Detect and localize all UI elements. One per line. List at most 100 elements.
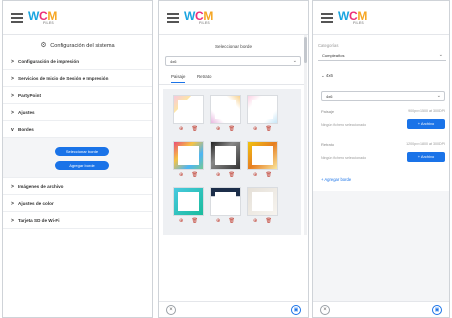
thumbnail-actions: ⊕ 🗑 [247, 126, 278, 134]
border-thumbnail[interactable] [210, 95, 241, 124]
app-header: WCM FILES [3, 1, 152, 35]
menu-item-login-services[interactable]: > Servicios de Inicio de Sesión e Impresi… [3, 70, 152, 87]
menu-item-print-config[interactable]: > Configuración de impresión [3, 53, 152, 70]
zoom-icon[interactable]: ⊕ [216, 126, 220, 132]
tab-landscape[interactable]: Paisaje [171, 74, 186, 83]
page-title: Seleccionar borde [214, 44, 253, 49]
thumbnail-actions: ⊕ 🗑 [247, 172, 278, 180]
empty-area [313, 191, 449, 303]
size-select[interactable]: 4x6 ⌄ [165, 56, 301, 66]
menu-item-stock-images[interactable]: > Imágenes de archivo [3, 178, 152, 195]
app-header: WCM FILES [313, 1, 449, 35]
thumbnail-actions: ⊕ 🗑 [210, 218, 241, 226]
border-thumbnail[interactable] [247, 95, 278, 124]
trash-icon[interactable]: 🗑 [266, 172, 272, 178]
orientation-tabs: Paisaje Retrato [159, 71, 306, 85]
add-border-link[interactable]: + Agregar borde [321, 177, 351, 182]
zoom-icon[interactable]: ⊕ [253, 172, 257, 178]
size-select[interactable]: 4x6 ⌄ [321, 91, 445, 101]
borders-panel: Seleccionar borde Agregar borde [3, 138, 152, 178]
app-logo: WCM FILES [338, 9, 368, 25]
menu-item-borders[interactable]: v Bordes [3, 121, 152, 138]
thumbnail-actions: ⊕ 🗑 [173, 218, 204, 226]
landscape-file-button[interactable]: + Archivo [407, 119, 445, 129]
landscape-label: Paisaje [321, 109, 335, 114]
zoom-icon[interactable]: ⊕ [179, 126, 183, 132]
add-border-button[interactable]: Agregar borde [55, 161, 109, 170]
trash-icon[interactable]: 🗑 [266, 218, 272, 224]
footer-bar: × ▣ [159, 301, 308, 317]
portrait-file-button[interactable]: + Archivo [407, 152, 445, 162]
chevron-right-icon: > [11, 76, 14, 82]
zoom-icon[interactable]: ⊕ [253, 218, 257, 224]
chevron-right-icon: > [11, 184, 14, 190]
trash-icon[interactable]: 🗑 [229, 126, 235, 132]
thumbnail-actions: ⊕ 🗑 [210, 172, 241, 180]
menu-icon[interactable] [321, 13, 333, 23]
chevron-right-icon: > [11, 93, 14, 99]
close-icon[interactable]: × [320, 305, 330, 315]
border-thumbnail[interactable] [210, 141, 241, 170]
chevron-down-icon: ⌄ [438, 52, 443, 58]
landscape-spec: 900px×1500 at 300DPI [408, 109, 445, 113]
add-border-screen: WCM FILES Categorías Cumpleaños ⌄ ⌄ 4x6 4… [312, 0, 450, 318]
chevron-right-icon: > [11, 110, 14, 116]
category-select[interactable]: Cumpleaños ⌄ [318, 51, 446, 61]
select-border-button[interactable]: Seleccionar borde [55, 147, 109, 156]
zoom-icon[interactable]: ⊕ [253, 126, 257, 132]
menu-item-settings[interactable]: > Ajustes [3, 104, 152, 121]
app-logo: WCM FILES [28, 9, 58, 25]
close-icon[interactable]: × [166, 305, 176, 315]
border-thumbnail[interactable] [173, 95, 204, 124]
trash-icon[interactable]: 🗑 [229, 218, 235, 224]
chevron-down-icon: ⌄ [292, 58, 297, 64]
footer-bar: × ▣ [313, 301, 449, 317]
menu-icon[interactable] [167, 13, 179, 23]
border-thumbnail[interactable] [210, 187, 241, 216]
section-title: ⌄ 4x6 [321, 73, 333, 78]
menu-item-wifi-sd[interactable]: > Tarjeta SD de Wi-Fi [3, 212, 152, 229]
trash-icon[interactable]: 🗑 [229, 172, 235, 178]
landscape-file-status: Ningún fichero seleccionado [321, 123, 367, 127]
border-thumbnail[interactable] [173, 141, 204, 170]
trash-icon[interactable]: 🗑 [266, 126, 272, 132]
category-label: Categorías [318, 43, 339, 48]
scrollbar-track[interactable] [304, 35, 307, 235]
zoom-icon[interactable]: ⊕ [216, 172, 220, 178]
border-grid: ⊕ 🗑 ⊕ 🗑 ⊕ 🗑 ⊕ 🗑 ⊕ 🗑 ⊕ 🗑 ⊕ 🗑 ⊕ 🗑 ⊕ 🗑 [163, 89, 301, 235]
scrollbar-thumb[interactable] [304, 37, 307, 63]
chevron-down-icon: ⌄ [436, 93, 441, 99]
thumbnail-actions: ⊕ 🗑 [173, 126, 204, 134]
portrait-label: Retrato [321, 142, 335, 147]
save-icon[interactable]: ▣ [291, 305, 301, 315]
save-icon[interactable]: ▣ [432, 305, 442, 315]
trash-icon[interactable]: 🗑 [192, 218, 198, 224]
gear-icon: ⚙ [40, 42, 47, 49]
portrait-spec: 1200px×1800 at 300DPI [406, 142, 445, 146]
zoom-icon[interactable]: ⊕ [179, 172, 183, 178]
chevron-down-icon: v [11, 127, 14, 133]
page-title: ⚙ Configuración del sistema [40, 42, 115, 49]
chevron-right-icon: > [11, 59, 14, 65]
border-thumbnail[interactable] [247, 141, 278, 170]
tab-portrait[interactable]: Retrato [197, 74, 211, 79]
menu-icon[interactable] [11, 13, 23, 23]
zoom-icon[interactable]: ⊕ [216, 218, 220, 224]
border-thumbnail[interactable] [247, 187, 278, 216]
select-border-screen: WCM FILES Seleccionar borde 4x6 ⌄ Paisaje… [158, 0, 309, 318]
chevron-right-icon: > [11, 201, 14, 207]
app-logo: WCM FILES [184, 9, 214, 25]
menu-item-partypoint[interactable]: > PartyPoint [3, 87, 152, 104]
border-thumbnail[interactable] [173, 187, 204, 216]
system-config-screen: WCM FILES ⚙ Configuración del sistema > C… [2, 0, 153, 318]
trash-icon[interactable]: 🗑 [192, 172, 198, 178]
settings-menu: > Configuración de impresión > Servicios d… [3, 53, 152, 229]
menu-item-color-settings[interactable]: > Ajustes de color [3, 195, 152, 212]
thumbnail-actions: ⊕ 🗑 [173, 172, 204, 180]
thumbnail-actions: ⊕ 🗑 [247, 218, 278, 226]
app-header: WCM FILES [159, 1, 308, 35]
zoom-icon[interactable]: ⊕ [179, 218, 183, 224]
portrait-file-status: Ningún fichero seleccionado [321, 156, 367, 160]
chevron-right-icon: > [11, 218, 14, 224]
trash-icon[interactable]: 🗑 [192, 126, 198, 132]
